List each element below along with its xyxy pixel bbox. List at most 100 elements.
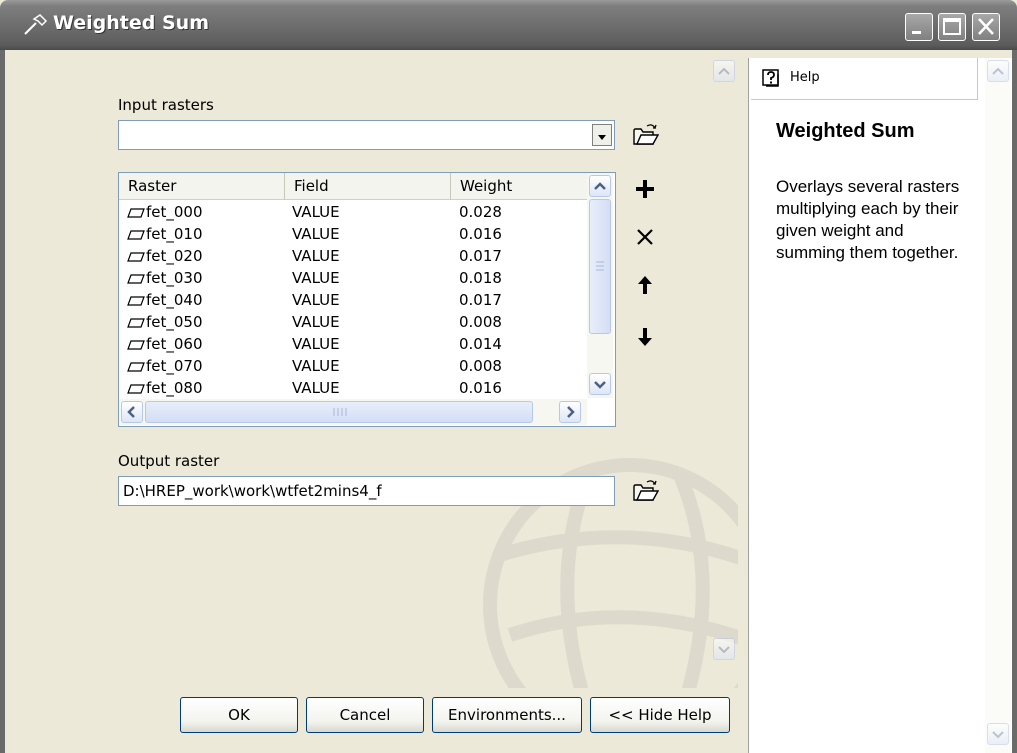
help-vertical-scrollbar[interactable] [985,58,1011,753]
weight-cell[interactable]: 0.014 [459,333,502,355]
raster-name: fet_060 [146,335,203,353]
move-up-button[interactable] [627,268,663,302]
environments-button[interactable]: Environments... [432,697,582,733]
window-title: Weighted Sum [53,12,209,34]
globe-watermark-icon [483,458,738,688]
move-down-button[interactable] [627,320,663,354]
hammer-icon [24,14,48,35]
table-vertical-scrollbar[interactable] [587,173,613,398]
table-hscroll-thumb[interactable] [145,401,533,423]
open-folder-icon [633,480,659,501]
chevron-up-icon [594,182,606,190]
chevron-down-icon [598,135,606,140]
raster-cell: fet_000 [127,201,203,223]
raster-name: fet_040 [146,291,203,309]
raster-cell: fet_030 [127,267,203,289]
output-raster-label: Output raster [118,452,220,470]
table-horizontal-scrollbar[interactable] [119,399,587,425]
raster-cell: fet_070 [127,355,203,377]
panel-scroll-down-button[interactable] [713,638,735,660]
output-raster-input[interactable]: D:\HREP_work\work\wtfet2mins4_f [118,476,615,506]
weight-cell[interactable]: 0.008 [459,355,502,377]
column-header-field[interactable]: Field [285,173,451,200]
table-row[interactable]: fet_020 VALUE 0.017 [119,245,587,267]
table-row[interactable]: fet_000 VALUE 0.028 [119,201,587,223]
raster-name: fet_070 [146,357,203,375]
browse-output-button[interactable] [627,474,663,508]
chevron-up-icon [718,67,730,75]
weight-cell[interactable]: 0.017 [459,289,502,311]
scroll-left-button[interactable] [121,401,143,423]
table-row[interactable]: fet_050 VALUE 0.008 [119,311,587,333]
close-icon [978,18,994,35]
raster-name: fet_020 [146,247,203,265]
column-header-raster[interactable]: Raster [119,173,285,200]
input-rasters-combobox[interactable] [118,120,615,150]
close-button[interactable] [972,13,1000,41]
remove-raster-button[interactable] [627,220,663,254]
scroll-up-button[interactable] [589,175,611,197]
hide-help-button[interactable]: << Hide Help [590,697,730,733]
raster-layer-icon [127,384,145,394]
help-scroll-up-button[interactable] [987,60,1009,82]
panel-scroll-up-button[interactable] [713,60,735,82]
field-cell: VALUE [292,379,340,397]
minimize-icon [912,31,921,34]
dropdown-button[interactable] [592,124,612,146]
weight-cell[interactable]: 0.016 [459,377,502,399]
maximize-icon [943,18,961,35]
raster-layer-icon [127,208,145,218]
table-header: Raster Field Weight [119,173,587,200]
help-description: Overlays several rasters multiplying eac… [776,177,960,262]
add-raster-button[interactable] [627,172,663,206]
raster-cell: fet_050 [127,311,203,333]
help-title: Weighted Sum [776,120,915,142]
table-row[interactable]: fet_070 VALUE 0.008 [119,355,587,377]
table-row[interactable]: fet_030 VALUE 0.018 [119,267,587,289]
table-row[interactable]: fet_010 VALUE 0.016 [119,223,587,245]
raster-layer-icon [127,274,145,284]
cancel-button[interactable]: Cancel [306,697,424,733]
maximize-button[interactable] [938,13,966,41]
weight-cell[interactable]: 0.028 [459,201,502,223]
weight-cell[interactable]: 0.016 [459,223,502,245]
weight-cell[interactable]: 0.017 [459,245,502,267]
table-row[interactable]: fet_060 VALUE 0.014 [119,333,587,355]
input-rasters-label: Input rasters [118,96,214,114]
raster-name: fet_050 [146,313,203,331]
raster-cell: fet_010 [127,223,203,245]
help-tab-label: Help [790,70,820,85]
raster-cell: fet_020 [127,245,203,267]
title-bar[interactable]: Weighted Sum [0,0,1017,50]
field-cell: VALUE [292,269,340,287]
scroll-down-button[interactable] [589,373,611,395]
panel-vertical-scrollbar[interactable] [713,60,735,660]
raster-layer-icon [127,230,145,240]
table-row[interactable]: fet_040 VALUE 0.017 [119,289,587,311]
raster-cell: fet_040 [127,289,203,311]
help-scroll-down-button[interactable] [987,723,1009,745]
parameters-panel: Input rasters Raster Field Weight fet_00… [5,50,738,688]
raster-weights-table[interactable]: Raster Field Weight fet_000 VALUE 0.028 fet… [118,172,616,427]
table-vscroll-thumb[interactable] [589,199,611,334]
minimize-button[interactable] [905,13,933,41]
raster-layer-icon [127,252,145,262]
help-panel: Help Weighted Sum Overlays several raste… [748,58,1012,753]
field-cell: VALUE [292,203,340,221]
field-cell: VALUE [292,247,340,265]
table-row[interactable]: fet_080 VALUE 0.016 [119,377,587,399]
column-header-weight[interactable]: Weight [451,173,587,200]
ok-button[interactable]: OK [180,697,298,733]
weight-cell[interactable]: 0.008 [459,311,502,333]
grip-icon [333,408,347,416]
chevron-down-icon [718,646,730,654]
scroll-right-button[interactable] [559,401,581,423]
weight-cell[interactable]: 0.018 [459,267,502,289]
field-cell: VALUE [292,291,340,309]
browse-input-button[interactable] [627,118,663,152]
plus-icon [636,180,654,198]
table-body: fet_000 VALUE 0.028 fet_010 VALUE 0.016 fet_02… [119,201,587,399]
field-cell: VALUE [292,225,340,243]
tab-help[interactable]: Help [751,58,978,100]
raster-name: fet_010 [146,225,203,243]
